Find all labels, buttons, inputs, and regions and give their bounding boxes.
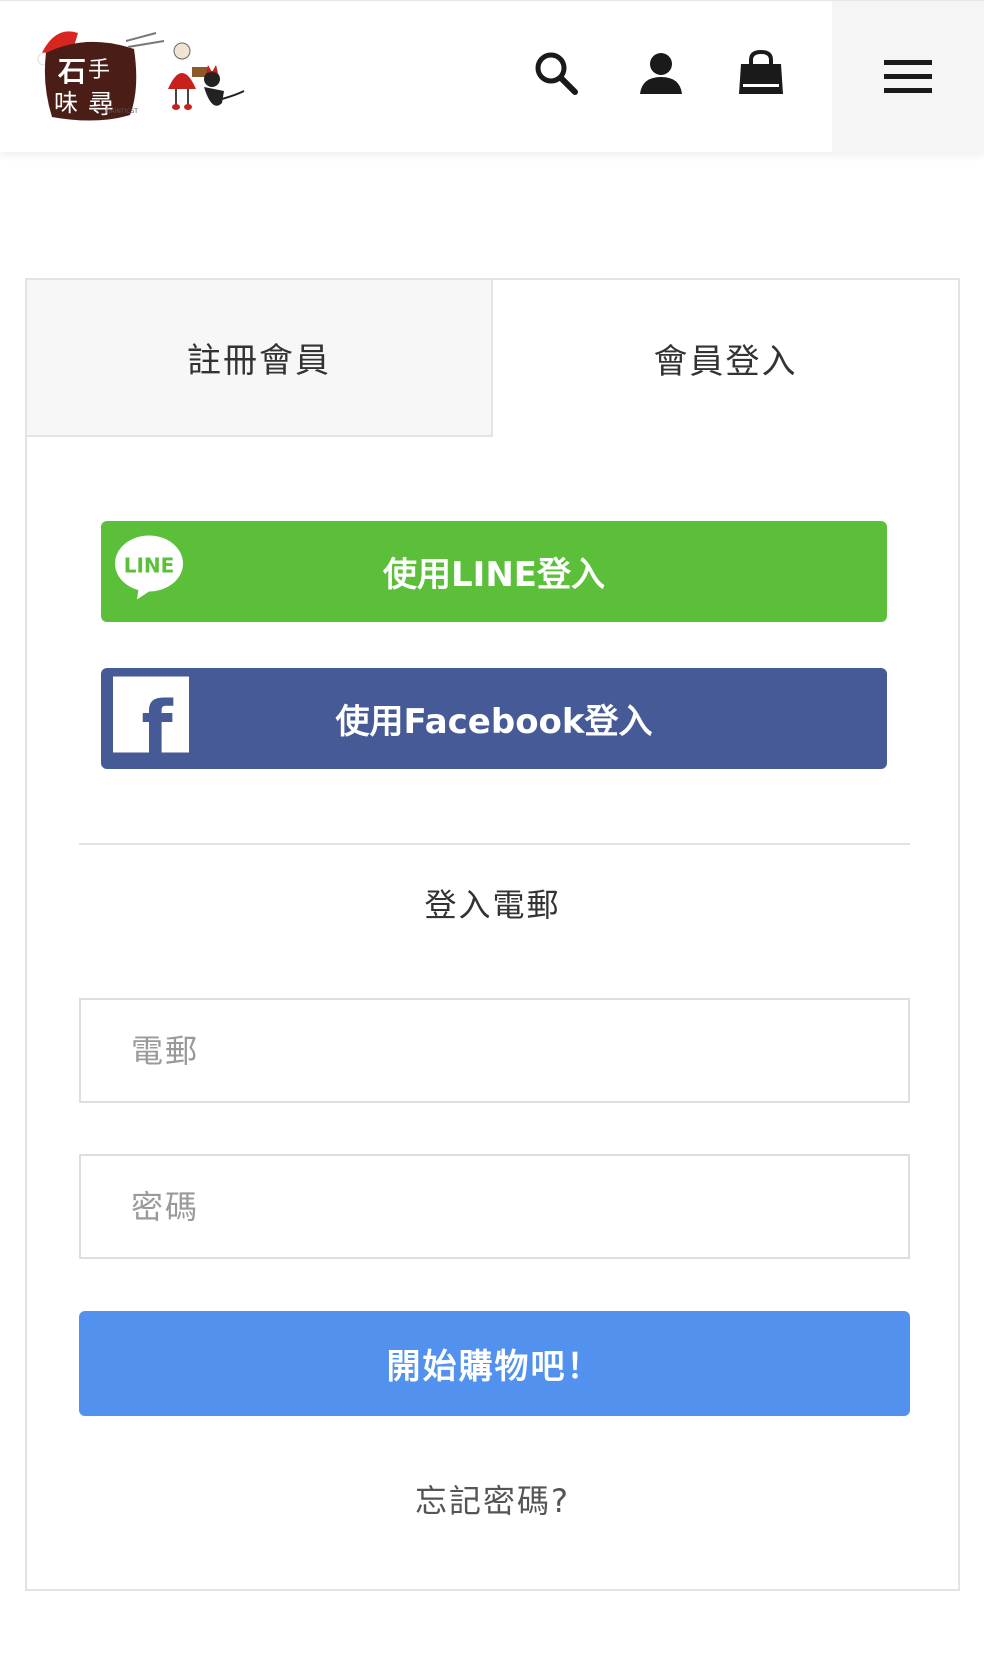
submit-login-button[interactable]: 開始購物吧！ bbox=[79, 1311, 910, 1416]
forgot-password-link[interactable]: 忘記密碼? bbox=[27, 1476, 958, 1522]
facebook-login-button[interactable]: f 使用Facebook登入 bbox=[101, 668, 887, 769]
svg-text:味: 味 bbox=[54, 89, 78, 117]
svg-text:石: 石 bbox=[57, 55, 86, 88]
svg-text:DAINTICST: DAINTICST bbox=[106, 108, 138, 115]
user-icon[interactable] bbox=[633, 45, 689, 101]
line-login-button[interactable]: LINE 使用LINE登入 bbox=[101, 521, 887, 622]
password-field[interactable] bbox=[79, 1154, 910, 1259]
hamburger-menu-icon[interactable] bbox=[832, 1, 984, 153]
email-field[interactable] bbox=[79, 998, 910, 1103]
line-login-label: 使用LINE登入 bbox=[383, 555, 605, 595]
store-logo[interactable]: 石 手 味 尋 DAINTICST bbox=[36, 19, 266, 131]
site-header: 石 手 味 尋 DAINTICST bbox=[0, 0, 984, 153]
facebook-login-label: 使用Facebook登入 bbox=[335, 702, 653, 742]
svg-text:LINE: LINE bbox=[124, 553, 175, 577]
line-icon: LINE bbox=[113, 533, 185, 610]
tab-login[interactable]: 會員登入 bbox=[493, 280, 958, 437]
svg-text:f: f bbox=[141, 685, 173, 752]
shopping-bag-icon[interactable] bbox=[733, 45, 789, 101]
tab-register[interactable]: 註冊會員 bbox=[27, 280, 493, 437]
auth-tabs: 註冊會員 會員登入 bbox=[27, 280, 958, 437]
svg-text:手: 手 bbox=[88, 58, 110, 83]
search-icon[interactable] bbox=[528, 45, 584, 101]
section-divider bbox=[79, 843, 910, 845]
login-card: 註冊會員 會員登入 LINE 使用LINE登入 f 使用Facebook登入 登… bbox=[25, 278, 960, 1591]
facebook-icon: f bbox=[113, 676, 189, 769]
email-login-title: 登入電郵 bbox=[424, 886, 561, 924]
svg-text:尋: 尋 bbox=[88, 90, 114, 120]
